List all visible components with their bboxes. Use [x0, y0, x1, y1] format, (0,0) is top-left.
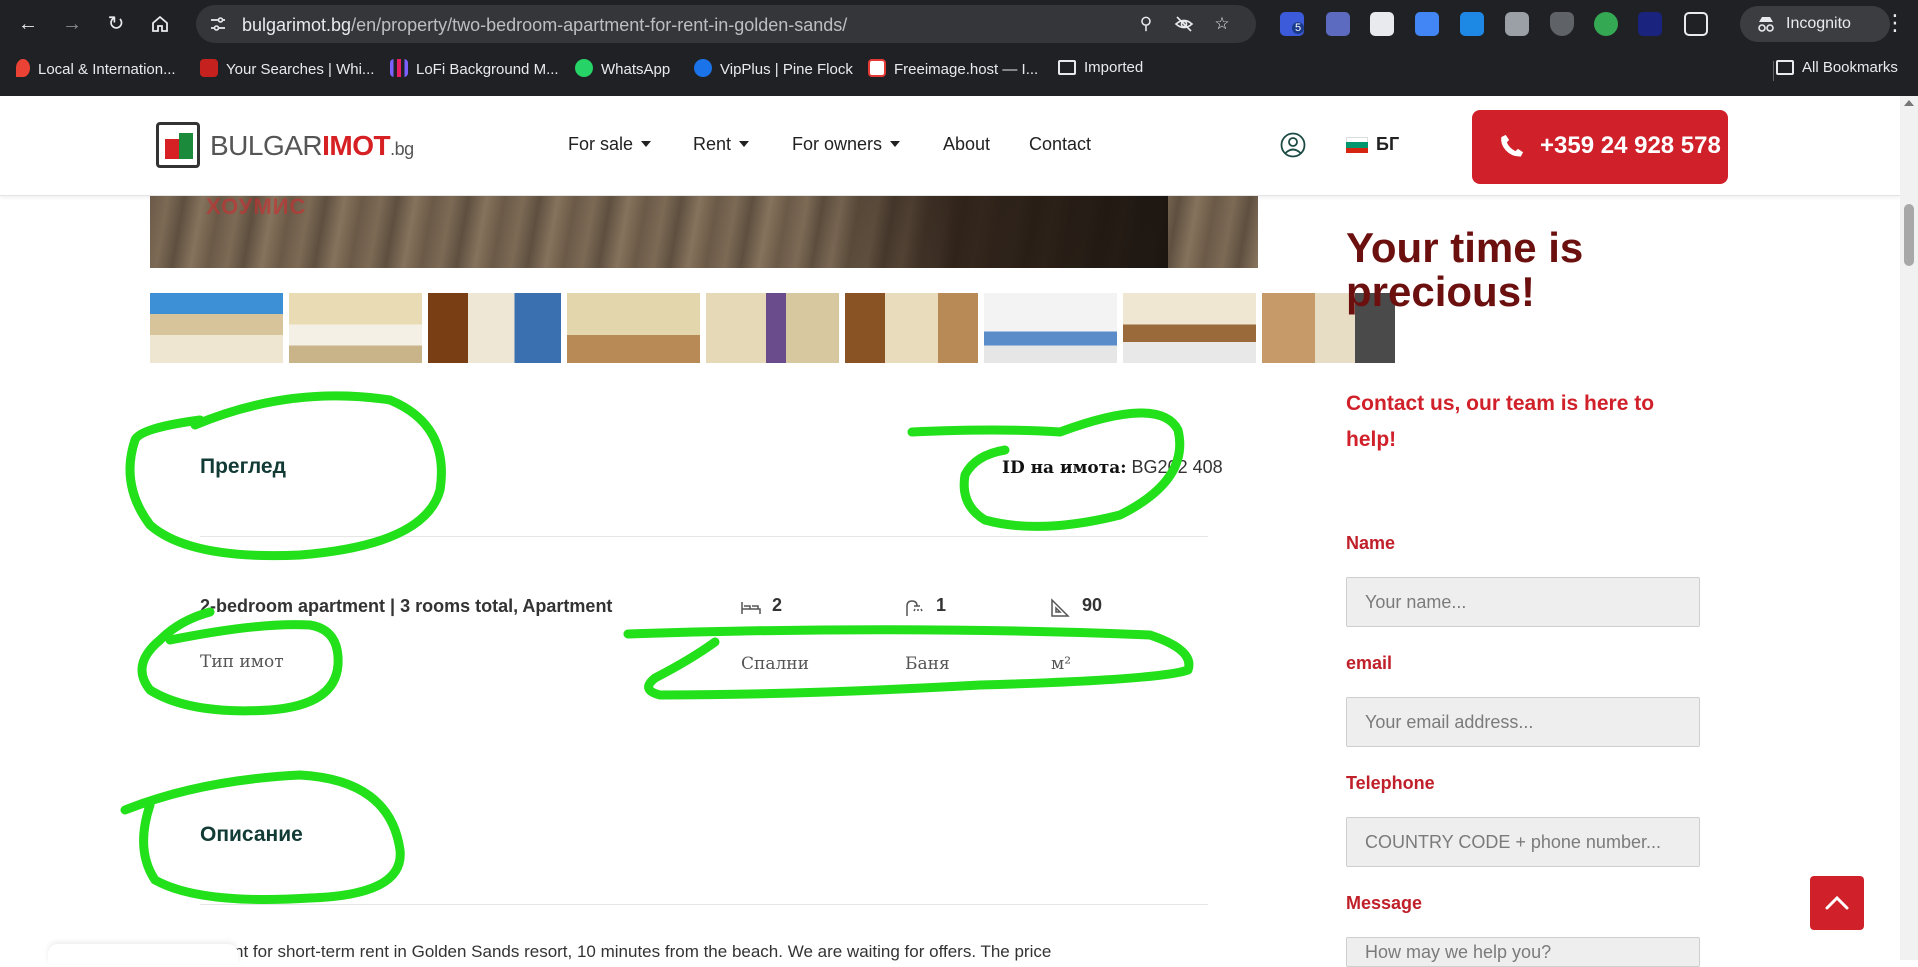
message-input[interactable] [1346, 937, 1700, 967]
eye-off-icon[interactable] [1174, 14, 1194, 34]
nav-rent[interactable]: Rent [693, 134, 750, 155]
description-heading: Описание [200, 823, 303, 846]
forward-icon[interactable]: → [58, 10, 86, 38]
home-icon[interactable] [146, 10, 174, 38]
email-input[interactable] [1346, 697, 1700, 747]
bedrooms-label: Спални [741, 654, 809, 674]
whatsapp-icon [575, 59, 593, 77]
user-account-icon[interactable] [1280, 132, 1306, 158]
browser-toolbar: ← → ↻ bulgarimot.bg/en/property/two-bedr… [0, 0, 1918, 48]
name-input[interactable] [1346, 577, 1700, 627]
map-pin-icon [16, 59, 30, 77]
divider [200, 536, 1208, 537]
site-header: BULGARIMOT.bg For sale Rent For owners A… [0, 96, 1900, 196]
baths-label: Баня [905, 654, 950, 674]
scroll-thumb[interactable] [1904, 204, 1914, 266]
thumbnail[interactable] [1123, 293, 1256, 363]
caret-down-icon [739, 141, 750, 147]
caret-down-icon [890, 141, 901, 147]
sidebar-subtitle: Contact us, our team is here to help! [1346, 392, 1655, 451]
bookmark-item[interactable]: Local & Internation... [16, 59, 176, 81]
property-type-label: Тип имот [200, 652, 284, 672]
bookmark-item[interactable]: Your Searches | Whi... [200, 59, 374, 81]
extension-thumb-icon[interactable] [1594, 12, 1618, 36]
nav-contact[interactable]: Contact [1029, 134, 1091, 155]
thumbnail[interactable] [706, 293, 839, 363]
extension-camera-icon[interactable] [1505, 12, 1529, 36]
extension-trend-icon[interactable] [1638, 12, 1662, 36]
overview-heading: Преглед [200, 455, 286, 478]
bed-icon [741, 602, 761, 614]
bookmarks-bar: Local & Internation... Your Searches | W… [0, 54, 1918, 86]
folder-icon [1776, 60, 1794, 75]
freeimage-icon [868, 59, 886, 77]
name-label: Name [1346, 533, 1396, 553]
bulgaria-flag-icon [1346, 137, 1368, 153]
bookmarks-divider [1773, 61, 1774, 81]
caret-down-icon [641, 141, 652, 147]
extension-shield-icon[interactable]: 5 [1280, 12, 1305, 36]
all-bookmarks-folder[interactable]: All Bookmarks [1776, 59, 1898, 81]
call-phone-button[interactable]: +359 24 928 578 [1472, 110, 1728, 184]
telephone-input[interactable] [1346, 817, 1700, 867]
reload-icon[interactable]: ↻ [102, 10, 130, 38]
thumbnail[interactable] [428, 293, 561, 363]
logo-mark-icon [156, 122, 200, 168]
main-photo[interactable]: ХОУМИС [150, 196, 1258, 268]
bookmark-folder[interactable]: Imported [1058, 59, 1143, 81]
email-label: email [1346, 653, 1393, 673]
description-text: rtment for short-term rent in Golden San… [200, 942, 1052, 961]
back-to-top-button[interactable] [1810, 876, 1864, 930]
audio-bars-icon [390, 59, 408, 77]
telephone-label: Telephone [1346, 773, 1435, 793]
site-info-icon[interactable] [208, 14, 228, 34]
thumbnail[interactable] [150, 293, 283, 363]
shower-icon [906, 600, 923, 616]
nav-for-sale[interactable]: For sale [568, 134, 652, 155]
url-text: bulgarimot.bg/en/property/two-bedroom-ap… [242, 15, 848, 35]
cookie-widget[interactable] [48, 944, 238, 964]
phone-icon [1501, 134, 1524, 157]
scroll-up-arrow-icon[interactable] [1904, 100, 1914, 106]
extensions-puzzle-icon[interactable] [1684, 12, 1708, 36]
message-label: Message [1346, 893, 1423, 913]
nav-about[interactable]: About [943, 134, 990, 155]
pf-logo-icon [694, 59, 712, 77]
sidebar-title: Your time is precious! [1346, 224, 1584, 315]
incognito-icon [1758, 17, 1774, 32]
zoom-icon[interactable]: ⚲ [1136, 14, 1156, 34]
incognito-indicator[interactable]: Incognito [1740, 6, 1890, 42]
thumbnail[interactable] [984, 293, 1117, 363]
thumbnail[interactable] [289, 293, 422, 363]
folder-icon [1058, 60, 1076, 75]
bookmark-favicon-icon [200, 59, 218, 77]
extension-screen-icon[interactable] [1460, 12, 1484, 36]
property-type-value: 2-bedroom apartment | 3 rooms total, Apa… [200, 596, 613, 616]
area-label: м² [1051, 654, 1072, 674]
extension-calendar-icon[interactable] [1370, 12, 1394, 36]
thumbnail[interactable] [845, 293, 978, 363]
bookmark-item[interactable]: VipPlus | Pine Flock [694, 59, 853, 81]
address-bar[interactable]: bulgarimot.bg/en/property/two-bedroom-ap… [196, 5, 1256, 43]
extension-badge: 5 [1292, 22, 1305, 34]
property-id: ID на имота: BG202 408 [1002, 457, 1223, 478]
divider [200, 904, 1208, 905]
nav-for-owners[interactable]: For owners [792, 134, 901, 155]
bookmark-item[interactable]: LoFi Background M... [390, 59, 559, 81]
extension-d-icon[interactable] [1326, 12, 1350, 36]
bookmark-item[interactable]: WhatsApp [575, 59, 670, 81]
photo-watermark: ХОУМИС [206, 196, 307, 219]
extension-ublock-icon[interactable] [1550, 12, 1574, 36]
ruler-triangle-icon [1051, 598, 1070, 617]
extension-translate-icon[interactable] [1415, 12, 1439, 36]
browser-menu-icon[interactable]: ⋮ [1884, 10, 1906, 38]
chevron-up-icon [1825, 895, 1849, 910]
bookmark-item[interactable]: Freeimage.host — I... [868, 59, 1038, 81]
back-icon[interactable]: ← [14, 10, 42, 38]
photo-thumbnails [150, 293, 1395, 363]
page-scrollbar[interactable] [1900, 96, 1918, 960]
star-icon[interactable]: ☆ [1212, 14, 1232, 34]
thumbnail[interactable] [567, 293, 700, 363]
browser-chrome: ← → ↻ bulgarimot.bg/en/property/two-bedr… [0, 0, 1918, 96]
